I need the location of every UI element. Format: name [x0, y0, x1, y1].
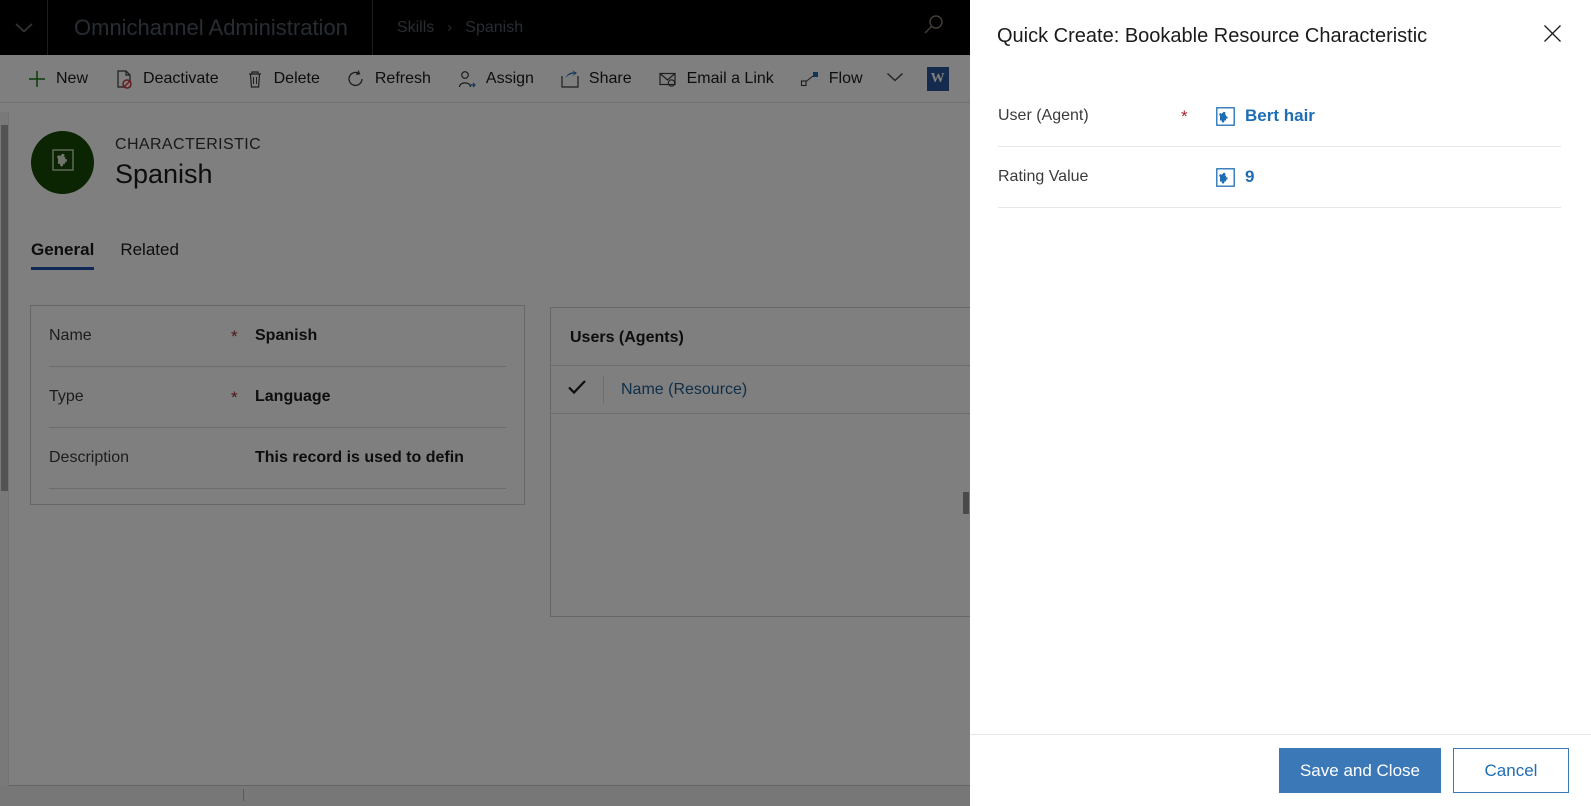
- record-entity-type: CHARACTERISTIC: [115, 135, 262, 153]
- subgrid-column-name-resource[interactable]: Name (Resource): [604, 381, 747, 399]
- command-refresh-button[interactable]: Refresh: [333, 55, 444, 103]
- command-assign-button[interactable]: Assign: [444, 55, 547, 103]
- qc-field-value-user-agent[interactable]: Bert hair: [1216, 106, 1315, 126]
- command-email-a-link-label: Email a Link: [686, 69, 774, 87]
- chevron-down-icon: [14, 22, 34, 34]
- site-map-toggle-button[interactable]: [0, 0, 48, 55]
- quick-create-title: Quick Create: Bookable Resource Characte…: [997, 24, 1428, 47]
- required-indicator: *: [1181, 106, 1188, 126]
- quick-create-footer: Save and Close Cancel: [970, 734, 1591, 806]
- record-header: CHARACTERISTIC Spanish: [0, 103, 970, 221]
- field-row-name: Name * Spanish: [49, 306, 506, 367]
- page-title: Spanish: [115, 158, 213, 189]
- plus-icon: [27, 69, 47, 89]
- checkmark-icon: [567, 379, 587, 400]
- command-flow-label: Flow: [828, 69, 863, 87]
- lookup-puzzle-icon: [1216, 106, 1235, 126]
- close-button[interactable]: [1535, 19, 1569, 53]
- command-assign-label: Assign: [485, 69, 534, 87]
- vertical-scrollbar-thumb[interactable]: [1, 125, 8, 491]
- quick-create-panel: Quick Create: Bookable Resource Characte…: [970, 0, 1591, 806]
- qc-lookup-text-user-agent: Bert hair: [1245, 106, 1315, 125]
- field-label-name: Name: [49, 327, 92, 344]
- characteristic-puzzle-icon: [48, 145, 78, 180]
- tab-general[interactable]: General: [31, 240, 95, 270]
- field-value-type[interactable]: Language: [255, 388, 331, 406]
- app-title: Omnichannel Administration: [74, 15, 348, 40]
- command-new-label: New: [56, 69, 89, 87]
- command-bar: New Deactivate Delete Refresh Assign Sha…: [0, 55, 970, 103]
- field-value-name[interactable]: Spanish: [255, 327, 317, 345]
- search-icon: [920, 13, 946, 44]
- refresh-icon: [346, 69, 366, 89]
- command-deactivate-button[interactable]: Deactivate: [101, 55, 232, 103]
- qc-field-label-rating-value: Rating Value: [998, 168, 1089, 185]
- quick-create-form: User (Agent) * Bert hair Rating Value 9: [970, 72, 1591, 734]
- required-indicator: *: [231, 387, 238, 407]
- share-icon: [560, 69, 580, 89]
- lookup-puzzle-icon: [1216, 167, 1235, 187]
- deactivate-page-icon: [114, 69, 134, 89]
- record-meta: CHARACTERISTIC Spanish: [115, 134, 261, 191]
- field-label-type: Type: [49, 388, 84, 405]
- qc-field-value-rating-value[interactable]: 9: [1216, 167, 1254, 187]
- command-deactivate-label: Deactivate: [143, 69, 219, 87]
- qc-field-row-rating-value: Rating Value 9: [998, 147, 1561, 208]
- breadcrumb-separator-icon: ›: [447, 19, 453, 36]
- command-delete-label: Delete: [273, 69, 320, 87]
- form-tabs: General Related: [31, 240, 179, 270]
- breadcrumb-current: Spanish: [465, 18, 524, 36]
- breadcrumb-parent[interactable]: Skills: [397, 19, 434, 37]
- command-email-a-link-button[interactable]: Email a Link: [645, 55, 787, 103]
- save-and-close-button[interactable]: Save and Close: [1278, 748, 1441, 793]
- chevron-down-icon: [886, 70, 904, 88]
- flow-icon: [800, 69, 820, 89]
- trash-icon: [245, 69, 265, 89]
- general-form-section: Name * Spanish Type * Language Descripti…: [30, 305, 525, 505]
- breadcrumb: Skills › Spanish: [373, 19, 523, 37]
- command-overflow-button[interactable]: [876, 55, 914, 103]
- quick-create-header: Quick Create: Bookable Resource Characte…: [970, 0, 1591, 72]
- subgrid-scrollbar-thumb[interactable]: [963, 492, 969, 514]
- select-all-checkbox[interactable]: [551, 375, 604, 404]
- command-refresh-label: Refresh: [374, 69, 431, 87]
- command-new-button[interactable]: New: [14, 55, 101, 103]
- command-share-label: Share: [588, 69, 632, 87]
- field-label-description: Description: [49, 449, 130, 466]
- word-icon: W: [926, 66, 949, 91]
- tab-related[interactable]: Related: [120, 240, 179, 270]
- qc-field-label-user-agent: User (Agent): [998, 107, 1089, 124]
- field-value-description[interactable]: This record is used to defin: [255, 449, 464, 467]
- command-share-button[interactable]: Share: [547, 55, 645, 103]
- top-navigation-bar: Omnichannel Administration Skills › Span…: [0, 0, 970, 55]
- footer-bar: [0, 786, 970, 806]
- qc-field-row-user-agent: User (Agent) * Bert hair: [998, 86, 1561, 147]
- required-indicator: *: [231, 326, 238, 346]
- field-row-description: Description This record is used to defin: [49, 428, 506, 489]
- cancel-button[interactable]: Cancel: [1453, 748, 1569, 793]
- avatar: [31, 130, 94, 194]
- close-icon: [1543, 24, 1562, 48]
- search-button[interactable]: [918, 13, 948, 43]
- email-link-icon: [658, 69, 678, 89]
- footer-tick-mark: [243, 789, 244, 801]
- command-flow-button[interactable]: Flow: [787, 55, 876, 103]
- command-delete-button[interactable]: Delete: [232, 55, 333, 103]
- command-open-in-word-button[interactable]: W: [914, 55, 962, 103]
- assign-person-icon: [457, 69, 477, 89]
- field-row-type: Type * Language: [49, 367, 506, 428]
- qc-lookup-text-rating-value: 9: [1245, 167, 1255, 186]
